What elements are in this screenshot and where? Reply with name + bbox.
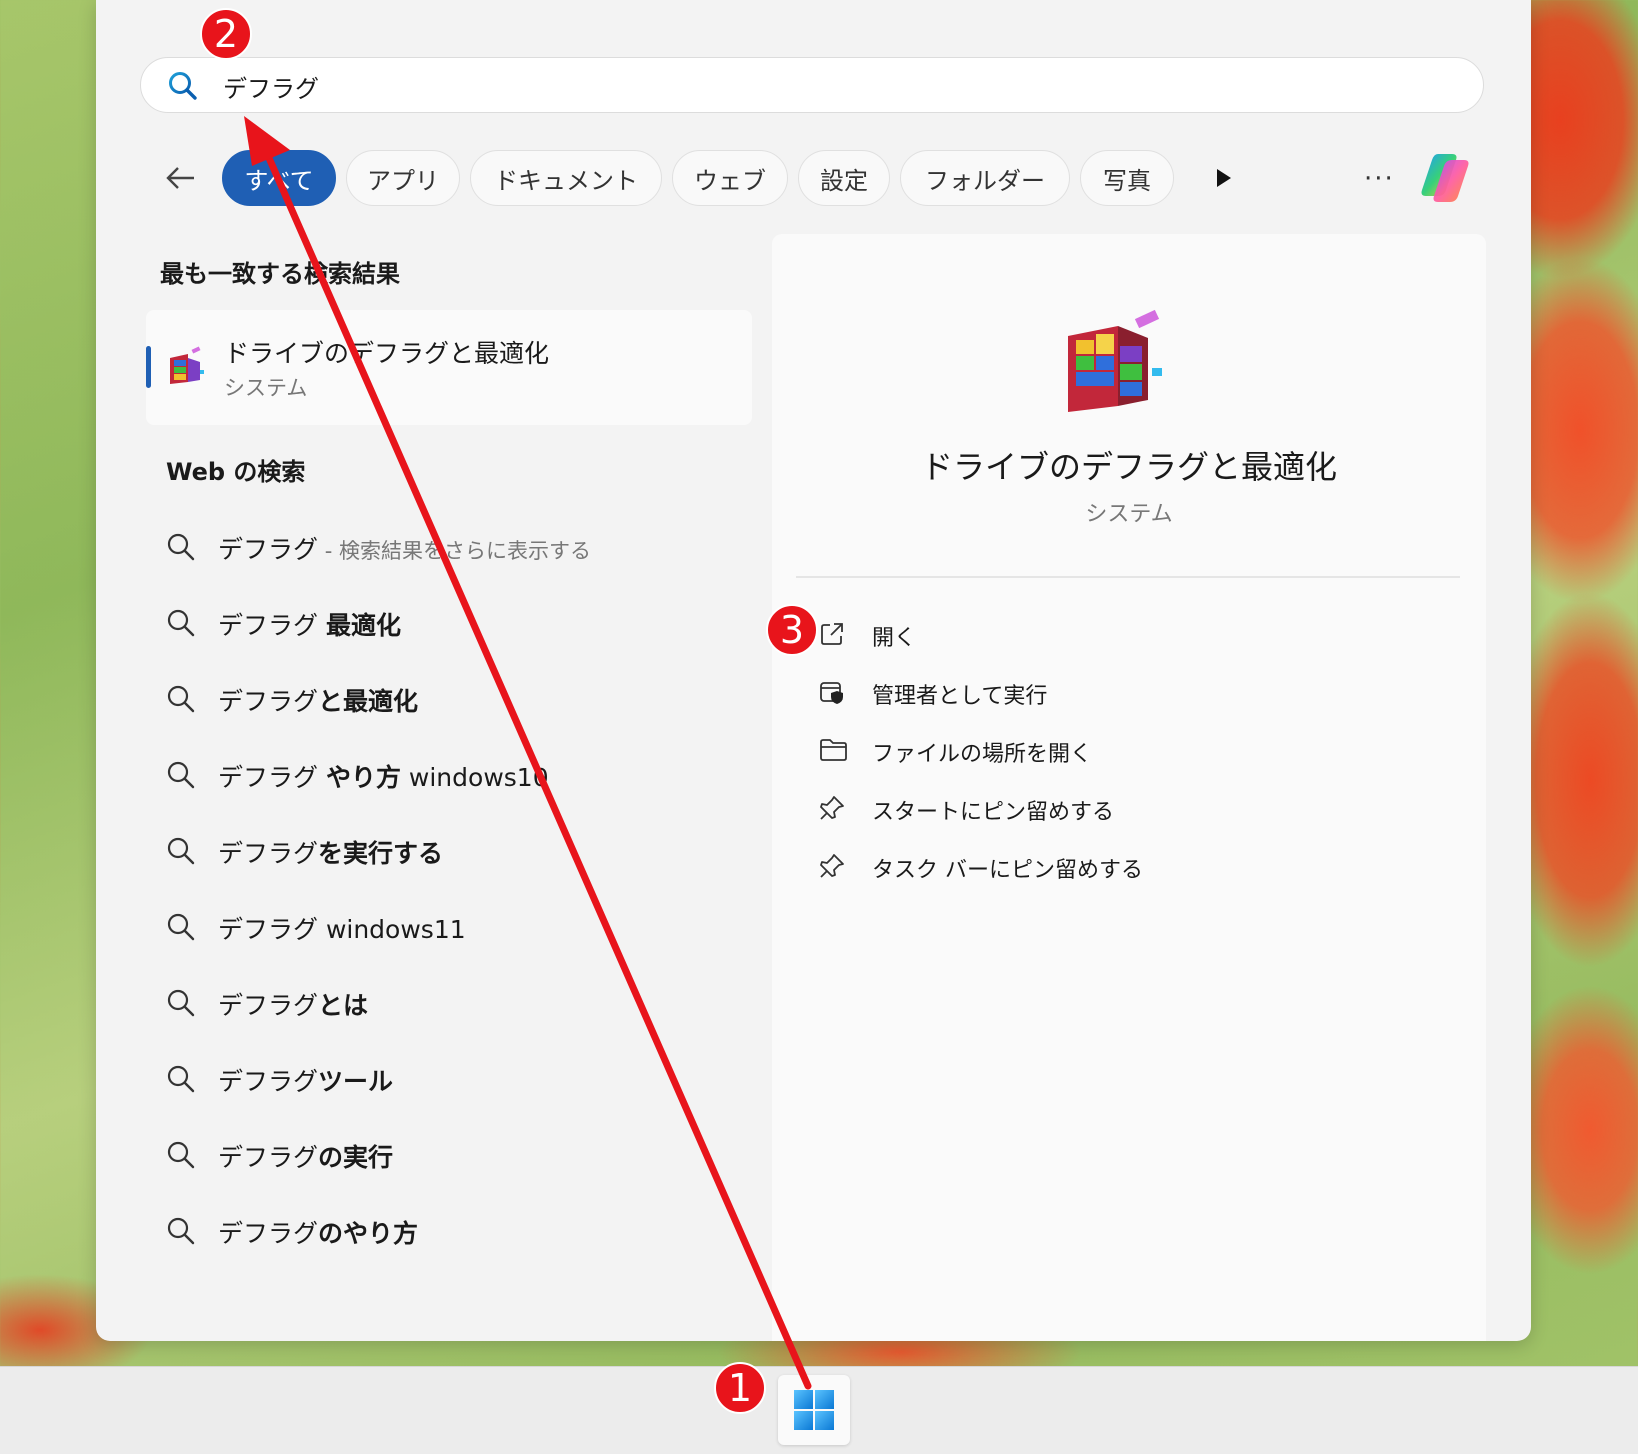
web-suggestion[interactable]: デフラグとは [166, 974, 811, 1030]
suggestion-text: デフラグの実行 [218, 1143, 394, 1172]
defrag-app-icon [170, 346, 204, 384]
search-icon [167, 1065, 195, 1093]
detail-category: システム [1085, 502, 1173, 527]
search-icon [167, 1141, 195, 1169]
open-external-icon [821, 623, 843, 645]
suggestion-text: デフラグ windows11 [218, 915, 466, 944]
pin-icon [820, 854, 844, 878]
web-search-heading: Web の検索 [166, 458, 306, 486]
defrag-app-icon-large [1068, 309, 1162, 412]
start-search-panel: すべて アプリ ドキュメント ウェブ 設定 フォルダー 写真 ··· 最も一致す… [96, 0, 1531, 1341]
action-label: 開く [872, 626, 917, 651]
web-suggestion[interactable]: デフラグのやり方 [166, 1202, 811, 1258]
search-icon [167, 837, 195, 865]
suggestion-text: デフラグとは [218, 991, 369, 1020]
action-pin-to-taskbar[interactable]: タスク バーにピン留めする [818, 844, 1418, 888]
best-match-heading: 最も一致する検索結果 [160, 260, 400, 288]
web-suggestion[interactable]: デフラグ windows11 [166, 898, 811, 954]
action-pin-to-start[interactable]: スタートにピン留めする [818, 786, 1418, 830]
step-marker-3: 3 [766, 604, 818, 656]
search-input[interactable] [221, 66, 1425, 106]
search-icon [167, 989, 195, 1017]
detail-pane: ドライブのデフラグと最適化 システム 開く 管理者として実行 ファイルの場所を開… [772, 234, 1486, 1341]
filter-tab-folders[interactable]: フォルダー [900, 150, 1070, 206]
taskbar [0, 1366, 1638, 1454]
suggestion-text: デフラグ やり方 windows10 [218, 763, 549, 792]
search-icon [167, 913, 195, 941]
filter-tab-documents[interactable]: ドキュメント [470, 150, 662, 206]
filter-tab-settings[interactable]: 設定 [798, 150, 890, 206]
best-match-item[interactable]: ドライブのデフラグと最適化 システム [146, 310, 752, 425]
action-label: タスク バーにピン留めする [872, 858, 1143, 883]
selection-indicator [146, 346, 151, 388]
action-label: スタートにピン留めする [872, 800, 1115, 825]
web-suggestion[interactable]: デフラグ 最適化 [166, 594, 811, 650]
action-run-as-admin[interactable]: 管理者として実行 [818, 670, 1418, 714]
web-suggestion[interactable]: デフラグを実行する [166, 822, 811, 878]
more-options-button[interactable]: ··· [1364, 164, 1395, 194]
start-button[interactable] [778, 1375, 850, 1445]
detail-title: ドライブのデフラグと最適化 [920, 448, 1337, 486]
search-icon [167, 533, 195, 561]
play-more-icon[interactable] [1214, 166, 1234, 190]
suggestion-text: デフラグ - 検索結果をさらに表示する [218, 535, 591, 564]
divider [796, 576, 1460, 578]
best-match-category: システム [224, 376, 308, 400]
search-icon [167, 761, 195, 789]
step-marker-1: 1 [714, 1362, 766, 1414]
filter-tab-apps[interactable]: アプリ [346, 150, 460, 206]
admin-shield-icon [820, 682, 843, 704]
search-icon [169, 72, 197, 100]
best-match-name: ドライブのデフラグと最適化 [224, 339, 550, 368]
step-marker-2: 2 [200, 8, 252, 60]
web-suggestion[interactable]: デフラグと最適化 [166, 670, 811, 726]
pin-icon [820, 796, 844, 820]
filter-tab-photos[interactable]: 写真 [1080, 150, 1174, 206]
filter-tab-web[interactable]: ウェブ [672, 150, 788, 206]
folder-icon [820, 739, 847, 761]
suggestion-text: デフラグのやり方 [218, 1219, 419, 1248]
back-arrow-icon[interactable] [160, 158, 200, 198]
search-icon [167, 609, 195, 637]
search-icon [167, 1217, 195, 1245]
web-suggestion[interactable]: デフラグの実行 [166, 1126, 811, 1182]
web-suggestion[interactable]: デフラグ - 検索結果をさらに表示する [166, 518, 811, 574]
web-suggestion[interactable]: デフラグ やり方 windows10 [166, 746, 811, 802]
action-open[interactable]: 開く [818, 612, 1418, 656]
web-suggestion[interactable]: デフラグツール [166, 1050, 811, 1106]
action-open-file-location[interactable]: ファイルの場所を開く [818, 728, 1418, 772]
suggestion-text: デフラグツール [218, 1067, 394, 1096]
filter-tab-all[interactable]: すべて [222, 150, 336, 206]
suggestion-text: デフラグと最適化 [218, 687, 419, 716]
search-icon [167, 685, 195, 713]
suggestion-text: デフラグを実行する [218, 839, 444, 868]
copilot-icon[interactable] [1420, 148, 1478, 206]
action-label: 管理者として実行 [872, 684, 1048, 709]
windows-logo-icon [794, 1390, 834, 1430]
search-box[interactable] [140, 57, 1484, 113]
action-label: ファイルの場所を開く [872, 742, 1093, 767]
suggestion-text: デフラグ 最適化 [218, 611, 401, 640]
